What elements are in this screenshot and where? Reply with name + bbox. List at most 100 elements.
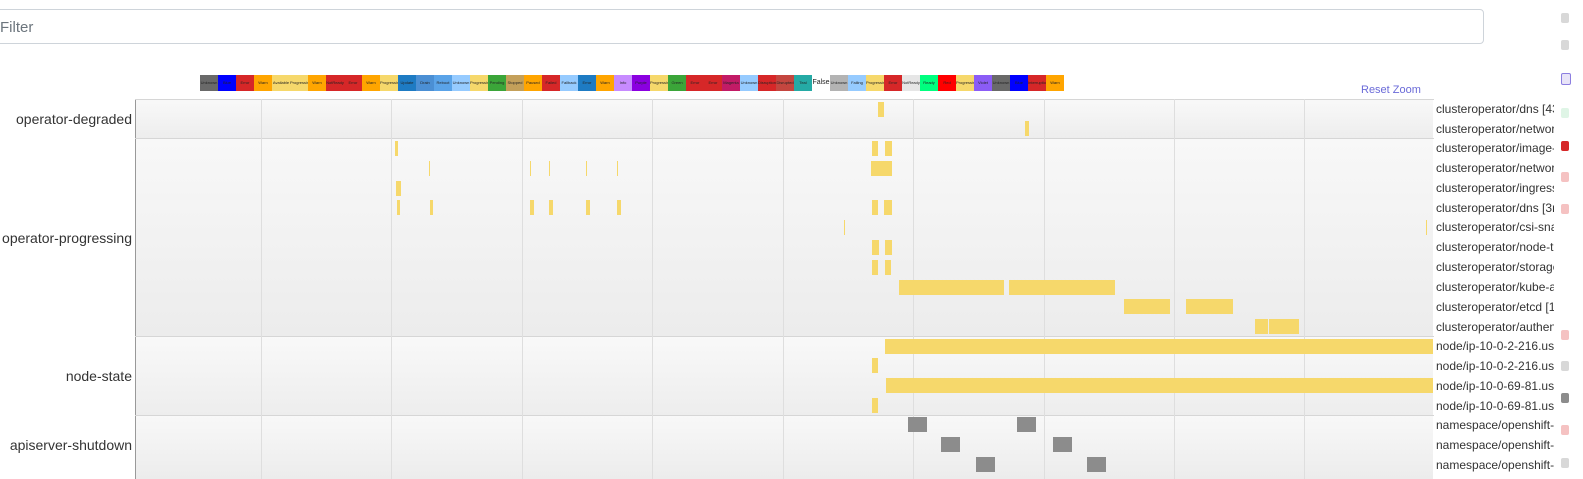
interval-bar[interactable] — [872, 141, 878, 156]
legend-swatch[interactable]: Progressing — [290, 75, 308, 91]
legend-swatch[interactable]: Error — [236, 75, 254, 91]
interval-bar[interactable] — [872, 200, 878, 215]
legend-swatch[interactable]: Error — [884, 75, 902, 91]
legend-swatch[interactable]: False — [812, 75, 830, 91]
row-label[interactable]: node/ip-10-0-69-81.us — [1436, 378, 1554, 394]
interval-bar[interactable] — [1017, 417, 1036, 432]
interval-bar[interactable] — [872, 260, 878, 275]
legend-swatch[interactable]: Progressing — [470, 75, 488, 91]
legend-swatch[interactable]: Blue — [218, 75, 236, 91]
row-label[interactable]: namespace/openshift- — [1436, 457, 1554, 473]
legend-swatch[interactable]: Progressing — [380, 75, 398, 91]
interval-bar[interactable] — [1009, 280, 1115, 295]
row-label[interactable]: namespace/openshift- — [1436, 437, 1554, 453]
interval-bar[interactable] — [530, 161, 531, 176]
row-label[interactable]: clusteroperator/network — [1436, 121, 1554, 137]
filter-field[interactable] — [0, 9, 1484, 44]
filter-input[interactable] — [0, 18, 1460, 36]
interval-bar[interactable] — [885, 141, 892, 156]
legend-swatch[interactable]: Warn — [254, 75, 272, 91]
legend-swatch[interactable]: Paused — [524, 75, 542, 91]
interval-bar[interactable] — [429, 161, 430, 176]
sidebar-icon[interactable] — [1561, 141, 1569, 151]
interval-bar[interactable] — [885, 339, 1433, 354]
row-label[interactable]: namespace/openshift- — [1436, 417, 1554, 433]
legend-swatch[interactable]: Error — [704, 75, 722, 91]
interval-bar[interactable] — [899, 280, 1004, 295]
legend-swatch[interactable]: Stopped — [506, 75, 524, 91]
legend-swatch[interactable]: Update — [398, 75, 416, 91]
interval-bar[interactable] — [1053, 437, 1072, 452]
interval-bar[interactable] — [530, 200, 534, 215]
interval-bar[interactable] — [396, 181, 401, 196]
interval-bar[interactable] — [844, 220, 845, 235]
legend-swatch[interactable]: Error — [578, 75, 596, 91]
timeline-chart[interactable] — [135, 99, 1434, 479]
interval-bar[interactable] — [908, 417, 927, 432]
row-label[interactable]: clusteroperator/kube-apiserver — [1436, 279, 1554, 295]
legend-swatch[interactable]: Reboot — [434, 75, 452, 91]
interval-bar[interactable] — [586, 161, 587, 176]
sidebar-icon[interactable] — [1561, 425, 1569, 435]
chevron-down-icon[interactable] — [1561, 40, 1569, 50]
interval-bar[interactable] — [549, 161, 550, 176]
interval-bar[interactable] — [871, 161, 892, 176]
interval-bar[interactable] — [885, 260, 891, 275]
legend-swatch[interactable]: Unknown — [740, 75, 758, 91]
legend-swatch[interactable]: Error — [344, 75, 362, 91]
row-label[interactable]: clusteroperator/image-registry — [1436, 140, 1554, 156]
row-label[interactable]: clusteroperator/authentication — [1436, 319, 1554, 335]
reset-zoom-button[interactable]: Reset Zoom — [1361, 84, 1421, 96]
row-label[interactable]: clusteroperator/node-tuning — [1436, 239, 1554, 255]
interval-bar[interactable] — [397, 200, 400, 215]
sidebar-icon[interactable] — [1561, 361, 1569, 371]
legend-swatch[interactable]: Magenta — [722, 75, 740, 91]
legend-swatch[interactable]: Disrupted — [776, 75, 794, 91]
interval-bar[interactable] — [430, 200, 433, 215]
interval-bar[interactable] — [549, 200, 553, 215]
legend-swatch[interactable]: Purple — [632, 75, 650, 91]
interval-bar[interactable] — [878, 102, 884, 117]
legend-swatch[interactable]: Red — [938, 75, 956, 91]
sidebar-icon[interactable] — [1561, 13, 1569, 23]
legend-swatch[interactable]: Info — [614, 75, 632, 91]
sidebar-icon[interactable] — [1561, 330, 1569, 340]
row-label[interactable]: node/ip-10-0-69-81.us — [1436, 398, 1554, 414]
sidebar-icon[interactable] — [1561, 73, 1571, 85]
interval-bar[interactable] — [1186, 299, 1233, 314]
interval-bar[interactable] — [617, 200, 621, 215]
row-label[interactable]: node/ip-10-0-2-216.us — [1436, 338, 1554, 354]
interval-bar[interactable] — [872, 240, 879, 255]
sidebar-icon[interactable] — [1561, 393, 1569, 403]
interval-bar[interactable] — [886, 378, 1433, 393]
legend-swatch[interactable]: Green — [668, 75, 686, 91]
legend-swatch[interactable]: Blue — [1010, 75, 1028, 91]
row-label[interactable]: clusteroperator/storage — [1436, 259, 1554, 275]
legend-swatch[interactable]: Progressing — [866, 75, 884, 91]
legend-swatch[interactable]: Warn — [596, 75, 614, 91]
legend-swatch[interactable]: Progressing — [956, 75, 974, 91]
interval-bar[interactable] — [1426, 220, 1427, 235]
row-label[interactable]: node/ip-10-0-2-216.us — [1436, 358, 1554, 374]
row-label[interactable]: clusteroperator/ingress — [1436, 180, 1554, 196]
legend-swatch[interactable]: NotReady — [902, 75, 920, 91]
interval-bar[interactable] — [872, 398, 878, 413]
interval-bar[interactable] — [617, 161, 618, 176]
legend-swatch[interactable]: Error — [686, 75, 704, 91]
interval-bar[interactable] — [885, 240, 892, 255]
interval-bar[interactable] — [1087, 457, 1106, 472]
sidebar-icon[interactable] — [1561, 458, 1569, 468]
interval-bar[interactable] — [872, 358, 878, 373]
legend-swatch[interactable]: Disruption — [758, 75, 776, 91]
legend-swatch[interactable]: NotReady — [326, 75, 344, 91]
legend-swatch[interactable]: Violet — [974, 75, 992, 91]
legend-swatch[interactable]: Available — [272, 75, 290, 91]
row-label[interactable]: clusteroperator/dns [43 — [1436, 101, 1554, 117]
legend-swatch[interactable]: Interruption — [1028, 75, 1046, 91]
legend-swatch[interactable]: Failed — [542, 75, 560, 91]
row-label[interactable]: clusteroperator/csi-snapshot-controller — [1436, 219, 1554, 235]
row-label[interactable]: clusteroperator/network — [1436, 160, 1554, 176]
interval-bar[interactable] — [1124, 299, 1170, 314]
legend-swatch[interactable]: Ready — [920, 75, 938, 91]
legend-swatch[interactable]: Fallback — [560, 75, 578, 91]
